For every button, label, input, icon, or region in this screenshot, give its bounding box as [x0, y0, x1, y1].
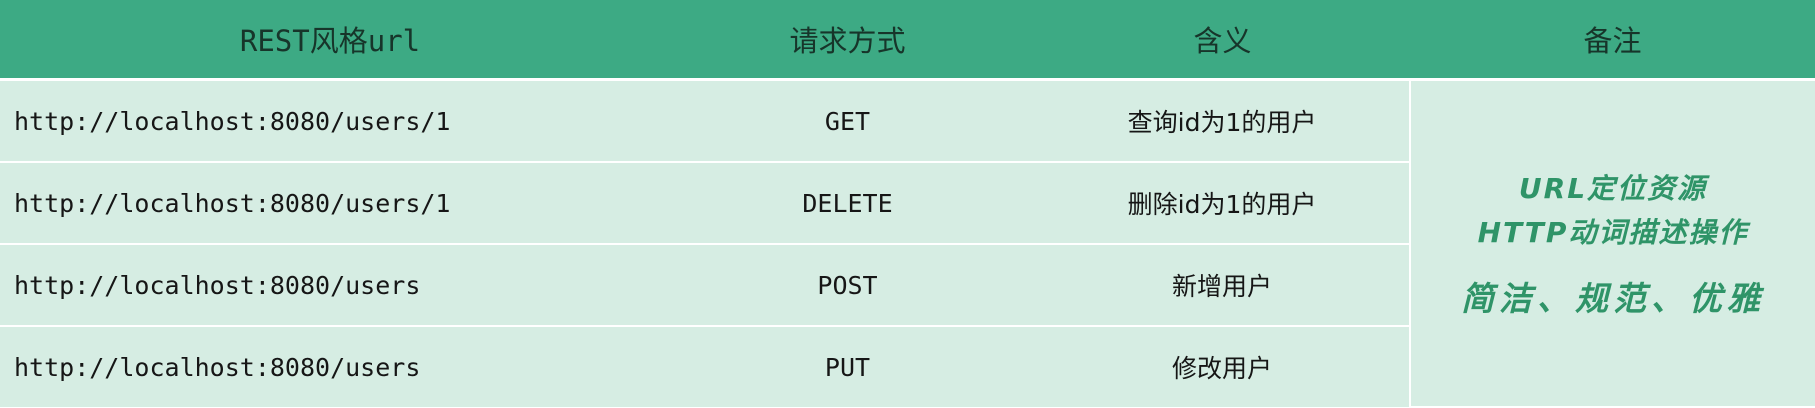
note-line-url-locates-resource: URL定位资源 — [1518, 171, 1708, 205]
meaning-cell: 修改用户 — [1035, 326, 1410, 407]
note-line-concise-standard-elegant: 简洁、规范、优雅 — [1461, 278, 1765, 318]
header-url: REST风格url — [0, 0, 660, 81]
header-meaning: 含义 — [1035, 0, 1410, 81]
method-cell: PUT — [660, 326, 1035, 407]
rest-table: REST风格url 请求方式 含义 备注 http://localhost:80… — [0, 0, 1815, 408]
table-row: http://localhost:8080/users/1 GET 查询id为1… — [0, 79, 1815, 408]
method-cell: POST — [660, 244, 1035, 327]
method-cell: DELETE — [660, 162, 1035, 245]
header-note: 备注 — [1410, 0, 1815, 81]
url-cell: http://localhost:8080/users — [0, 244, 660, 327]
rest-table-container: REST风格url 请求方式 含义 备注 http://localhost:80… — [0, 0, 1815, 408]
note-line-http-verb-describes-action: HTTP动词描述操作 — [1477, 215, 1749, 249]
meaning-cell: 查询id为1的用户 — [1035, 79, 1410, 163]
note-cell: URL定位资源 HTTP动词描述操作 简洁、规范、优雅 — [1409, 79, 1815, 408]
header-method: 请求方式 — [660, 0, 1035, 81]
method-cell: GET — [660, 79, 1035, 163]
url-cell: http://localhost:8080/users/1 — [0, 162, 660, 245]
table-header-row: REST风格url 请求方式 含义 备注 — [0, 0, 1815, 81]
meaning-cell: 新增用户 — [1035, 244, 1410, 327]
url-cell: http://localhost:8080/users — [0, 326, 660, 407]
url-cell: http://localhost:8080/users/1 — [0, 79, 660, 163]
meaning-cell: 删除id为1的用户 — [1035, 162, 1410, 245]
